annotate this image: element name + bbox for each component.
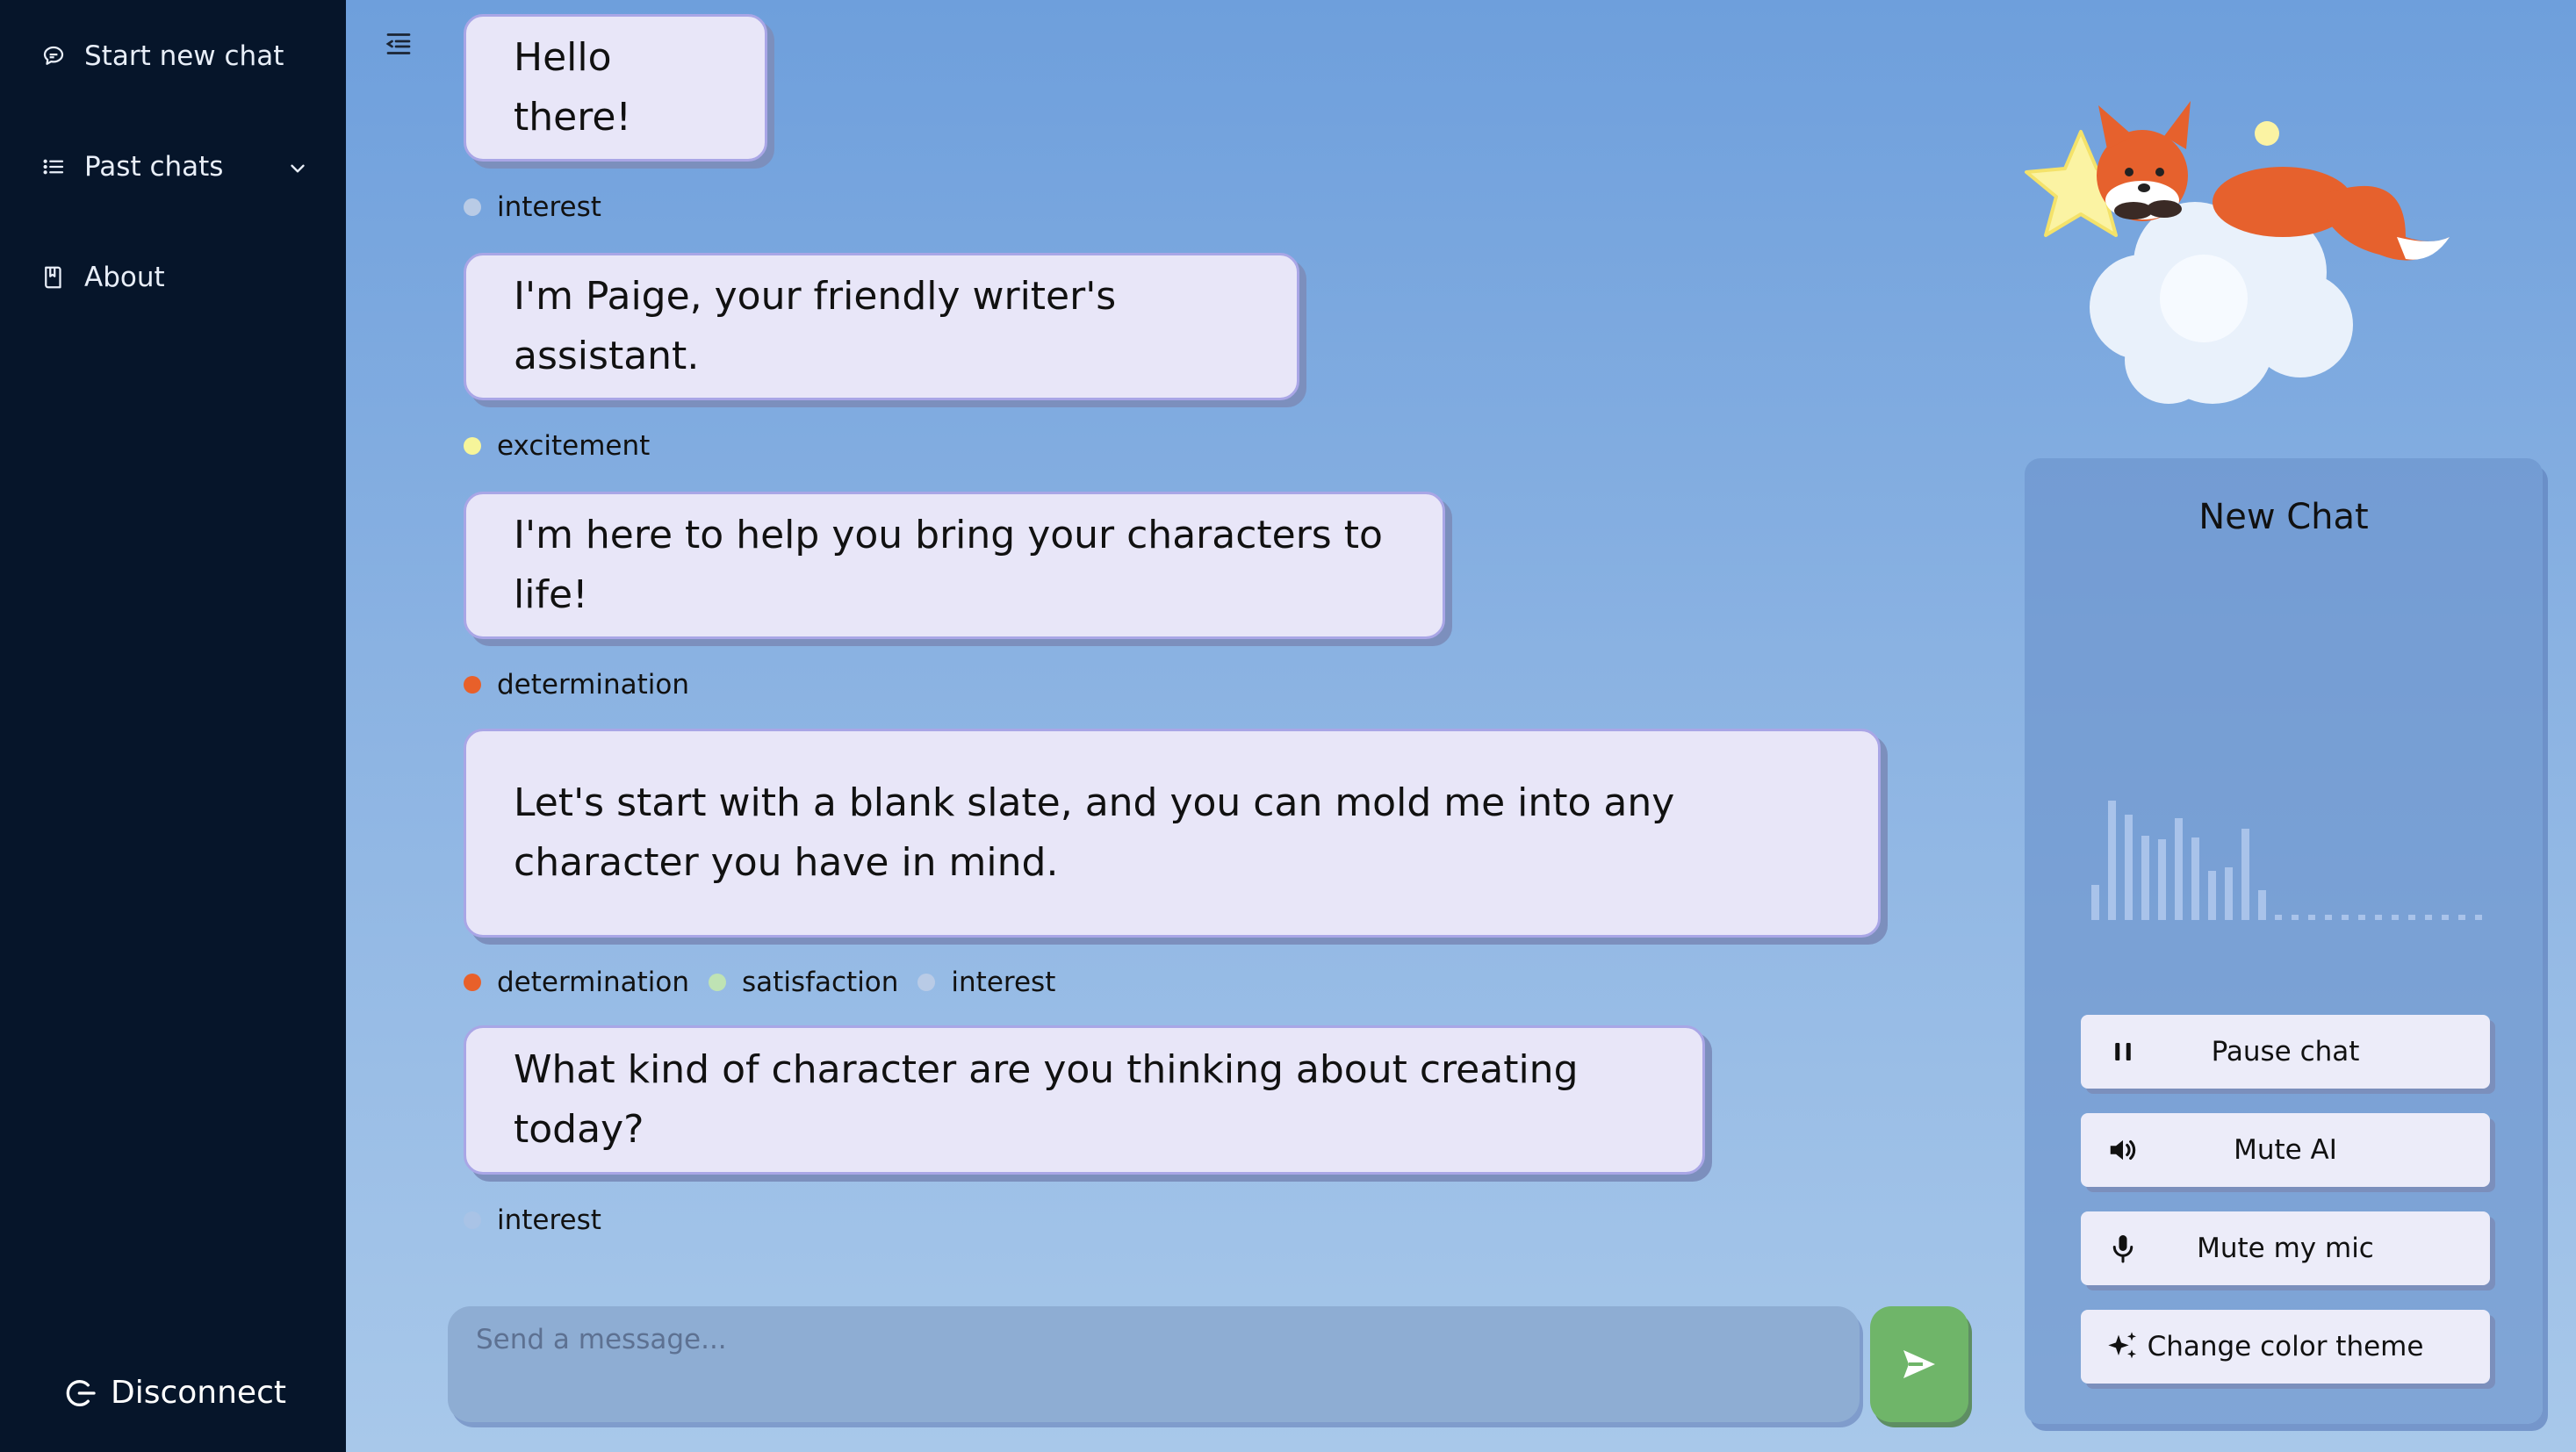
past-chats-toggle[interactable]: Past chats xyxy=(40,151,321,183)
assistant-message: Hello there! xyxy=(464,14,767,162)
message-text: I'm here to help you bring your characte… xyxy=(514,513,1383,617)
emotion-label: determination xyxy=(497,669,690,701)
message-text: What kind of character are you thinking … xyxy=(514,1047,1579,1152)
past-chats-label: Past chats xyxy=(84,151,224,183)
emotion-tag: determination xyxy=(464,967,689,998)
waveform-bar xyxy=(2358,915,2365,920)
emotion-label: excitement xyxy=(497,430,651,462)
waveform-bar xyxy=(2175,818,2183,920)
waveform-bar xyxy=(2375,915,2382,920)
waveform-bar xyxy=(2292,915,2299,920)
waveform-bar xyxy=(2475,915,2482,920)
waveform-bar xyxy=(2392,915,2399,920)
disconnect-button[interactable]: Disconnect xyxy=(63,1375,286,1411)
emotion-label: satisfaction xyxy=(742,967,899,998)
mute-ai-button[interactable]: Mute AI xyxy=(2081,1113,2490,1187)
waveform-bar xyxy=(2275,915,2282,920)
waveform-bar xyxy=(2442,915,2449,920)
emotion-tags: interest xyxy=(464,191,621,223)
start-new-chat-label: Start new chat xyxy=(84,40,284,72)
mute-mic-label: Mute my mic xyxy=(2197,1233,2374,1264)
emotion-label: interest xyxy=(497,191,601,223)
pause-chat-label: Pause chat xyxy=(2211,1036,2360,1067)
emotion-dot xyxy=(917,974,936,991)
send-button[interactable] xyxy=(1870,1306,1968,1422)
emotion-tags: determination satisfaction interest xyxy=(464,967,1075,998)
pause-chat-button[interactable]: Pause chat xyxy=(2081,1015,2490,1089)
change-color-theme-button[interactable]: Change color theme xyxy=(2081,1310,2490,1384)
disconnect-icon xyxy=(63,1376,98,1411)
waveform-bar xyxy=(2125,815,2133,920)
audio-waveform xyxy=(2091,801,2482,920)
waveform-bar xyxy=(2108,801,2116,920)
emotion-tag: interest xyxy=(464,1204,601,1236)
emotion-dot xyxy=(464,198,481,216)
waveform-bar xyxy=(2408,915,2415,920)
list-icon xyxy=(40,154,67,180)
emotion-tag: interest xyxy=(464,191,601,223)
emotion-tags: excitement xyxy=(464,430,669,462)
mute-mic-button[interactable]: Mute my mic xyxy=(2081,1211,2490,1285)
assistant-message: What kind of character are you thinking … xyxy=(464,1025,1705,1175)
assistant-message: I'm Paige, your friendly writer's assist… xyxy=(464,253,1299,400)
waveform-bar xyxy=(2225,867,2233,920)
assistant-message: I'm here to help you bring your characte… xyxy=(464,492,1445,639)
collapse-sidebar-icon[interactable] xyxy=(383,28,414,60)
assistant-message: Let's start with a blank slate, and you … xyxy=(464,729,1881,938)
start-new-chat-button[interactable]: Start new chat xyxy=(40,40,284,72)
waveform-bar xyxy=(2342,915,2349,920)
waveform-bar xyxy=(2425,915,2432,920)
mute-ai-label: Mute AI xyxy=(2234,1134,2337,1166)
waveform-bar xyxy=(2208,871,2216,920)
waveform-bar xyxy=(2091,885,2099,920)
emotion-tag: interest xyxy=(917,967,1055,998)
fox-mascot-image xyxy=(2011,97,2511,421)
waveform-bar xyxy=(2191,837,2199,920)
emotion-tags: interest xyxy=(464,1204,621,1236)
about-label: About xyxy=(84,262,165,293)
emotion-dot xyxy=(464,437,481,455)
waveform-bar xyxy=(2308,915,2315,920)
waveform-bar xyxy=(2141,836,2149,920)
waveform-bar xyxy=(2241,829,2249,920)
waveform-bar xyxy=(2158,839,2166,920)
waveform-bar xyxy=(2258,890,2266,920)
microphone-icon xyxy=(2105,1231,2141,1266)
message-text: Let's start with a blank slate, and you … xyxy=(514,780,1675,885)
message-input[interactable] xyxy=(448,1306,1860,1422)
emotion-dot xyxy=(464,676,481,694)
chevron-down-icon xyxy=(286,155,309,178)
emotion-label: interest xyxy=(951,967,1056,998)
sidebar: Start new chat Past chats About Disconne… xyxy=(0,0,346,1452)
emotion-tag: determination xyxy=(464,669,689,701)
emotion-tag: satisfaction xyxy=(709,967,898,998)
speaker-icon xyxy=(2105,1132,2141,1168)
chat-bubble-icon xyxy=(40,43,67,69)
emotion-tags: determination xyxy=(464,669,709,701)
emotion-dot xyxy=(709,974,727,991)
emotion-label: determination xyxy=(497,967,690,998)
emotion-tag: excitement xyxy=(464,430,650,462)
waveform-bar xyxy=(2458,915,2465,920)
book-icon xyxy=(40,264,67,291)
change-color-theme-label: Change color theme xyxy=(2147,1331,2424,1362)
emotion-dot xyxy=(464,1211,481,1229)
waveform-bar xyxy=(2325,915,2332,920)
about-link[interactable]: About xyxy=(40,262,165,293)
sparkles-icon xyxy=(2105,1329,2141,1364)
send-icon xyxy=(1903,1350,1935,1378)
panel-title: New Chat xyxy=(2198,497,2369,537)
emotion-label: interest xyxy=(497,1204,601,1236)
emotion-dot xyxy=(464,974,481,991)
disconnect-label: Disconnect xyxy=(111,1375,286,1411)
pause-icon xyxy=(2105,1034,2141,1069)
message-text: I'm Paige, your friendly writer's assist… xyxy=(514,274,1117,378)
chat-control-panel: New Chat Pause chat Mute AI Mute my mic … xyxy=(2025,458,2543,1424)
message-text: Hello there! xyxy=(514,35,632,140)
